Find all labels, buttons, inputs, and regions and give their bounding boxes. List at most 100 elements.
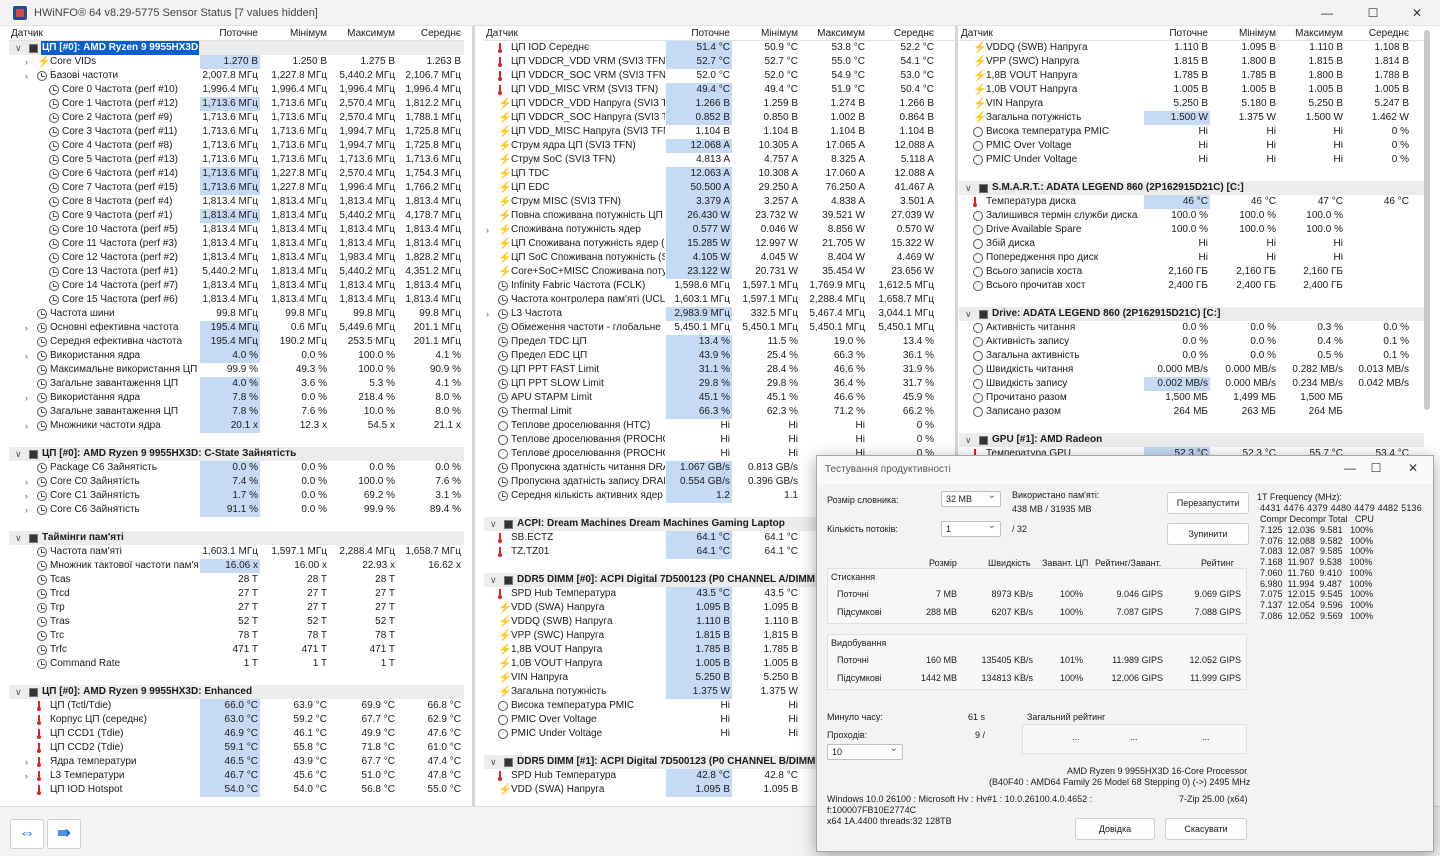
sensor-row[interactable]: Прочитано разом 1,500 МБ 1,499 МБ 1,500 МБ — [959, 391, 1424, 405]
sensor-row[interactable]: ⚡ Струм SoC (SVI3 TFN) 4.813 A 4.757 A 8.325… — [484, 153, 955, 167]
sensor-group-header[interactable]: ∨ Таймінги пам'яті — [9, 531, 464, 545]
sensor-row[interactable]: PMIC Under Voltage Ні Ні Ні 0 % — [959, 153, 1424, 167]
help-button[interactable]: Довідка — [1075, 818, 1155, 840]
sensor-row[interactable]: Висока температура PMIC Ні Ні Ні 0 % — [959, 125, 1424, 139]
sensor-row[interactable]: Предел TDC ЦП 13.4 % 11.5 % 19.0 % 13.4 % — [484, 335, 955, 349]
sensor-row[interactable]: Активність читання 0.0 % 0.0 % 0.3 % 0.0 % — [959, 321, 1424, 335]
sensor-row[interactable]: Загальне завантаження ЦП 7.8 % 7.6 % 10.0 %… — [9, 405, 464, 419]
sensor-row[interactable]: Trp 27 T 27 T 27 T — [9, 601, 464, 615]
restart-button[interactable]: Перезапустити — [1167, 492, 1249, 514]
col-sensor[interactable]: Датчик — [961, 28, 993, 39]
column-header[interactable]: Датчик Поточне Мінімум Максимум Середнє — [9, 26, 464, 41]
sensor-row[interactable]: Core 15 Частота (perf #6) 1,813.4 МГц 1,81… — [9, 293, 464, 307]
sensor-row[interactable]: Tras 52 T 52 T 52 T — [9, 615, 464, 629]
column-header[interactable]: Датчик Поточне Мінімум Максимум Середнє — [484, 26, 955, 41]
sensor-group-header[interactable]: ∨ S.M.A.R.T.: ADATA LEGEND 860 (2P162915D… — [959, 181, 1424, 195]
col-sensor[interactable]: Датчик — [486, 28, 518, 39]
passes-select[interactable]: 10 — [827, 742, 903, 760]
col-max[interactable]: Максимум — [1279, 28, 1345, 39]
sensor-row[interactable]: Core 8 Частота (perf #4) 1,813.4 МГц 1,813… — [9, 195, 464, 209]
col-current[interactable]: Поточне — [1144, 28, 1210, 39]
collapse-chevron-icon[interactable]: ∨ — [965, 307, 972, 321]
expand-chevron-icon[interactable]: › — [25, 489, 28, 503]
sensor-row[interactable]: Множник тактової частоти пам'яті 16.06 x 1… — [9, 559, 464, 573]
sensor-row[interactable]: Теплове дроселювання (HTC) Ні Ні Ні 0 % — [484, 419, 955, 433]
expand-chevron-icon[interactable]: › — [25, 55, 28, 69]
sensor-row[interactable]: Tcas 28 T 28 T 28 T — [9, 573, 464, 587]
sensor-row[interactable]: › Core C0 Зайнятість 7.4 % 0.0 % 100.0 % 7.6 … — [9, 475, 464, 489]
expand-chevron-icon[interactable]: › — [25, 503, 28, 517]
collapse-chevron-icon[interactable]: ∨ — [965, 433, 972, 447]
collapse-chevron-icon[interactable]: ∨ — [15, 447, 22, 461]
sensor-row[interactable]: Core 1 Частота (perf #12) 1,713.6 МГц 1,71… — [9, 97, 464, 111]
sensor-row[interactable]: Середня ефективна частота 195.4 МГц 190.2 … — [9, 335, 464, 349]
sensor-row[interactable]: › L3 Температури 46.7 °C 45.6 °C 51.0 °C 47.8… — [9, 769, 464, 783]
expand-chevron-icon[interactable]: › — [25, 391, 28, 405]
col-avg[interactable]: Середнє — [868, 28, 936, 39]
sensor-row[interactable]: Core 0 Частота (perf #10) 1,996.4 МГц 1,99… — [9, 83, 464, 97]
col-avg[interactable]: Середнє — [397, 28, 463, 39]
sensor-row[interactable]: Core 2 Частота (perf #9) 1,713.6 МГц 1,713… — [9, 111, 464, 125]
collapse-chevron-icon[interactable]: ∨ — [15, 41, 22, 55]
sensor-row[interactable]: Всього прочитав хост 2,400 ГБ 2,400 ГБ 2,40… — [959, 279, 1424, 293]
sensor-row[interactable]: ⚡ ЦП Споживана потужність ядер (... 15.285… — [484, 237, 955, 251]
col-max[interactable]: Максимум — [801, 28, 867, 39]
sensor-row[interactable]: Trc 78 T 78 T 78 T — [9, 629, 464, 643]
sensor-row[interactable]: Core 10 Частота (perf #5) 1,813.4 МГц 1,81… — [9, 223, 464, 237]
sensor-row[interactable]: ЦП VDD_MISC VRM (SVI3 TFN) 49.4 °C 49.4 °C… — [484, 83, 955, 97]
sensor-row[interactable]: Збій диска Ні Ні Ні — [959, 237, 1424, 251]
sensor-row[interactable]: Core 4 Частота (perf #8) 1,713.6 МГц 1,713… — [9, 139, 464, 153]
sensor-row[interactable]: Частота шини 99.8 МГц 99.8 МГц 99.8 МГц 99.8… — [9, 307, 464, 321]
expand-chevron-icon[interactable]: › — [486, 223, 489, 237]
maximize-button[interactable]: ☐ — [1350, 0, 1396, 26]
sensor-row[interactable]: ЦП IOD Середнє 51.4 °C 50.9 °C 53.8 °C 52.2 … — [484, 41, 955, 55]
minimize-button[interactable]: — — [1304, 0, 1350, 26]
expand-chevron-icon[interactable]: › — [25, 755, 28, 769]
sensor-row[interactable]: Температура диска 46 °C 46 °C 47 °C 46 °C — [959, 195, 1424, 209]
sensor-row[interactable]: Core 7 Частота (perf #15) 1,713.6 МГц 1,22… — [9, 181, 464, 195]
sensor-row[interactable]: ⚡ ЦП VDDCR_VDD Напруга (SVI3 T... 1.266 В1… — [484, 97, 955, 111]
sensor-row[interactable]: Частота пам'яті 1,603.1 МГц 1,597.1 МГц 2,2… — [9, 545, 464, 559]
sensor-row[interactable]: ⚡ Загальна потужність 1.500 W 1.375 W 1.500 … — [959, 111, 1424, 125]
collapse-chevron-icon[interactable]: ∨ — [490, 755, 497, 769]
sensor-row[interactable]: Швидкість читання 0.000 MB/s 0.000 MB/s 0.2… — [959, 363, 1424, 377]
sensor-row[interactable]: › ⚡ Споживана потужність ядер 0.577 W 0.046 … — [484, 223, 955, 237]
col-min[interactable]: Мінімум — [734, 28, 800, 39]
sensor-row[interactable]: Command Rate 1 T 1 T 1 T — [9, 657, 464, 671]
sensor-row[interactable]: › Ядра температури 46.5 °C 43.9 °C 67.7 °C 47… — [9, 755, 464, 769]
sensor-row[interactable]: ⚡ VIN Напруга 5.250 В 5.180 В 5.250 В 5.247 В — [959, 97, 1424, 111]
sensor-row[interactable]: APU STAPM Limit 45.1 % 45.1 % 46.6 % 45.9 % — [484, 391, 955, 405]
sensor-row[interactable]: › Core C6 Зайнятість 91.1 % 0.0 % 99.9 % 89.4… — [9, 503, 464, 517]
col-current[interactable]: Поточне — [666, 28, 732, 39]
expand-chevron-icon[interactable]: › — [25, 419, 28, 433]
sensor-row[interactable]: Загальне завантаження ЦП 4.0 % 3.6 % 5.3 % 4… — [9, 377, 464, 391]
sensor-row[interactable]: Trcd 27 T 27 T 27 T — [9, 587, 464, 601]
sensor-row[interactable]: Drive Available Spare 100.0 % 100.0 % 100.0… — [959, 223, 1424, 237]
sensor-group-header[interactable]: ∨ GPU [#1]: AMD Radeon — [959, 433, 1424, 447]
sensor-row[interactable]: ⚡ ЦП VDD_MISC Напруга (SVI3 TFN) 1.104 В 1.… — [484, 125, 955, 139]
sensor-row[interactable]: Теплове дроселювання (PROCHO... Ні Ні Ні 0 % — [484, 433, 955, 447]
sensor-row[interactable]: ⚡ 1,8В VOUT Напруга 1.785 В 1.785 В 1.800 В 1… — [959, 69, 1424, 83]
sensor-row[interactable]: Активність запису 0.0 % 0.0 % 0.4 % 0.1 % — [959, 335, 1424, 349]
sensor-row[interactable]: Core 9 Частота (perf #1) 1,813.4 МГц 1,813… — [9, 209, 464, 223]
sensor-row[interactable]: Infinity Fabric Частота (FCLK) 1,598.6 МГ… — [484, 279, 955, 293]
sensor-row[interactable]: Попередження про диск Ні Ні Ні — [959, 251, 1424, 265]
sensor-row[interactable]: Package C6 Зайнятість 0.0 % 0.0 % 0.0 % 0.0 … — [9, 461, 464, 475]
collapse-chevron-icon[interactable]: ∨ — [15, 685, 22, 699]
sensor-row[interactable]: Trfc 471 T 471 T 471 T — [9, 643, 464, 657]
sensor-group-header[interactable]: ∨ ЦП [#0]: AMD Ryzen 9 9955HX3D: C-State … — [9, 447, 464, 461]
sensor-row[interactable]: ⚡ Струм ядра ЦП (SVI3 TFN) 12.068 A 10.305 … — [484, 139, 955, 153]
sensor-row[interactable]: ⚡ VPP (SWC) Напруга 1.815 В 1.800 В 1.815 В 1… — [959, 55, 1424, 69]
sensor-row[interactable]: Частота контролера пам'яті (UCLK) 1,603.1… — [484, 293, 955, 307]
col-sensor[interactable]: Датчик — [11, 28, 43, 39]
sensor-row[interactable]: › L3 Частота 2,983.9 МГц 332.5 МГц 5,467.4 М… — [484, 307, 955, 321]
sensor-row[interactable]: Записано разом 264 МБ 263 МБ 264 МБ — [959, 405, 1424, 419]
sensor-row[interactable]: ЦП (Tctl/Tdie) 66.0 °C 63.9 °C 69.9 °C 66.8 … — [9, 699, 464, 713]
expand-chevron-icon[interactable]: › — [25, 321, 28, 335]
collapse-arrows-icon[interactable]: ⇛ — [47, 819, 81, 849]
sensor-row[interactable]: › ⚡ Core VIDs 1.270 В 1.250 В 1.275 В 1.263 В — [9, 55, 464, 69]
sensor-row[interactable]: Core 14 Частота (perf #7) 1,813.4 МГц 1,81… — [9, 279, 464, 293]
sensor-row[interactable]: ЦП CCD2 (Tdie) 59.1 °C 55.8 °C 71.8 °C 61.0 … — [9, 741, 464, 755]
sensor-row[interactable]: Core 11 Частота (perf #3) 1,813.4 МГц 1,81… — [9, 237, 464, 251]
expand-arrows-icon[interactable]: ⇔ — [10, 819, 44, 849]
